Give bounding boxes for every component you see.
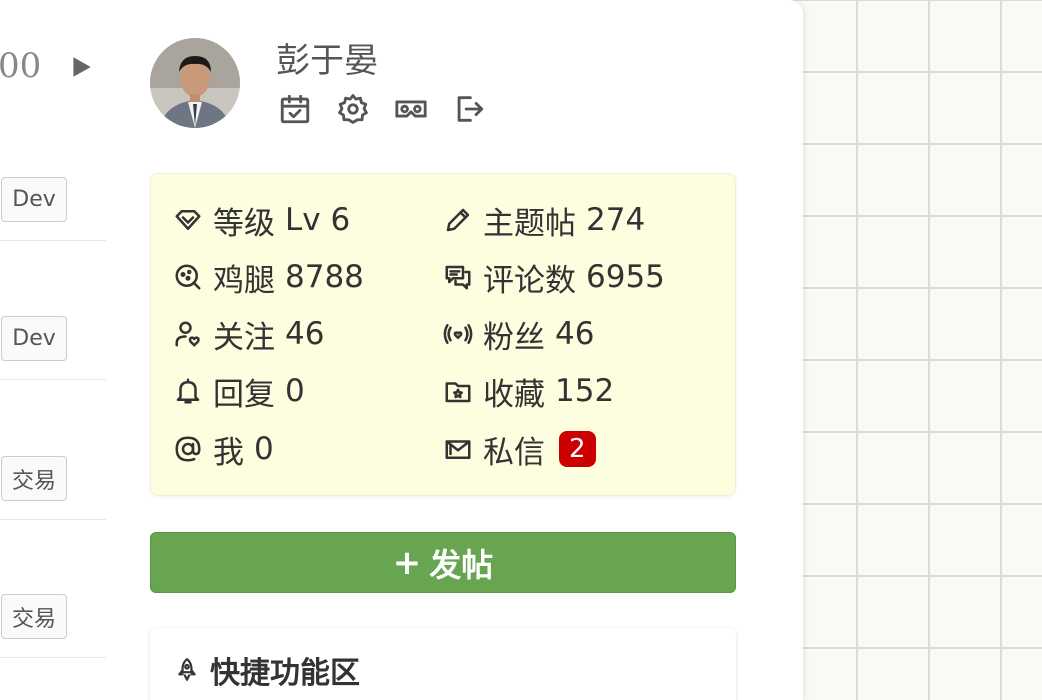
- user-heart-icon: [175, 321, 200, 347]
- stat-replies-label: 回复: [213, 376, 275, 413]
- stat-favorites-value: 152: [555, 373, 615, 409]
- folder-star-icon: [445, 382, 471, 403]
- stat-fans-value: 46: [555, 316, 595, 352]
- diamond-icon: [175, 210, 201, 230]
- quick-actions-title-text: 快捷功能区: [210, 656, 360, 691]
- stat-level-label: 等级: [213, 205, 275, 242]
- stat-messages[interactable]: 私信 2: [443, 427, 596, 471]
- stat-replies-value: 0: [285, 373, 305, 409]
- stat-drumsticks-value: 8788: [285, 259, 364, 295]
- stat-replies[interactable]: 回复 0: [173, 369, 305, 413]
- stat-messages-label: 私信: [483, 434, 545, 471]
- main-panel: 00 Dev Dev 交易 交易 彭于晏 等级 Lv 6 主题帖 274 鸡腿 …: [0, 0, 803, 700]
- mail-icon: [445, 440, 471, 459]
- username[interactable]: 彭于晏: [276, 38, 378, 84]
- plus-icon: +: [392, 542, 422, 583]
- pencil-icon: [446, 208, 470, 232]
- vr-glasses-icon[interactable]: [392, 90, 430, 128]
- checkin-calendar-icon[interactable]: [276, 90, 314, 128]
- new-post-button[interactable]: + 发帖: [150, 532, 736, 593]
- row-divider: [0, 657, 106, 658]
- quick-actions-title: 快捷功能区: [174, 648, 360, 692]
- quick-actions-card: 快捷功能区: [150, 628, 736, 700]
- stat-mentions[interactable]: 我 0: [173, 427, 274, 471]
- user-stats-card: 等级 Lv 6 主题帖 274 鸡腿 8788 评论数 6955 关注 46 粉…: [150, 173, 736, 496]
- tag-trade[interactable]: 交易: [1, 456, 67, 501]
- row-divider: [0, 379, 106, 380]
- user-actions: [276, 90, 488, 128]
- play-icon[interactable]: [64, 50, 98, 84]
- stat-following-label: 关注: [213, 319, 275, 356]
- settings-gear-icon[interactable]: [334, 90, 372, 128]
- stat-level-value: Lv 6: [285, 202, 351, 238]
- cookie-icon: [175, 264, 201, 290]
- avatar[interactable]: [150, 38, 240, 128]
- row-divider: [0, 240, 106, 241]
- tag-dev[interactable]: Dev: [1, 177, 67, 222]
- stat-topics[interactable]: 主题帖 274: [443, 198, 645, 242]
- rocket-icon: [178, 658, 196, 681]
- logout-icon[interactable]: [450, 90, 488, 128]
- comments-icon: [445, 265, 471, 290]
- stat-favorites-label: 收藏: [483, 376, 545, 413]
- stat-comments[interactable]: 评论数 6955: [443, 255, 665, 299]
- stat-mentions-value: 0: [254, 431, 274, 467]
- post-list-clipped: 00 Dev Dev 交易 交易: [0, 0, 106, 700]
- stat-favorites[interactable]: 收藏 152: [443, 369, 614, 413]
- tag-trade[interactable]: 交易: [1, 594, 67, 639]
- stat-level[interactable]: 等级 Lv 6: [173, 198, 350, 242]
- unread-messages-badge: 2: [559, 431, 596, 467]
- row-divider: [0, 519, 106, 520]
- stat-following-value: 46: [285, 316, 325, 352]
- stat-fans-label: 粉丝: [483, 319, 545, 356]
- page-number: 00: [0, 46, 42, 86]
- stat-following[interactable]: 关注 46: [173, 312, 324, 356]
- stat-drumsticks[interactable]: 鸡腿 8788: [173, 255, 364, 299]
- tag-dev[interactable]: Dev: [1, 316, 67, 361]
- new-post-label: 发帖: [429, 545, 494, 584]
- stat-topics-value: 274: [586, 202, 646, 238]
- bell-icon: [176, 378, 200, 404]
- stat-topics-label: 主题帖: [483, 205, 576, 242]
- stat-comments-value: 6955: [586, 259, 665, 295]
- stat-drumsticks-label: 鸡腿: [213, 262, 275, 299]
- at-sign-icon: [175, 436, 201, 462]
- stat-fans[interactable]: 粉丝 46: [443, 312, 594, 356]
- stat-mentions-label: 我: [213, 434, 244, 471]
- broadcast-heart-icon: [443, 324, 473, 344]
- stat-comments-label: 评论数: [483, 262, 576, 299]
